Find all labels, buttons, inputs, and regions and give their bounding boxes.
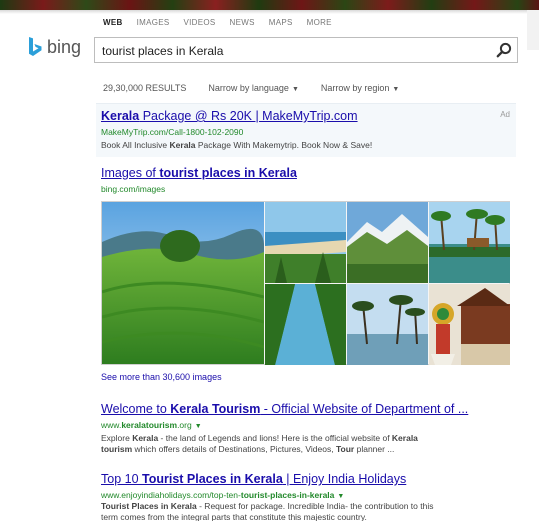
top-strip-shadow [0, 10, 539, 14]
result-snippet-line: tourism which offers details of Destinat… [101, 444, 501, 455]
result-title-post: - Official Website of Department of ... [260, 402, 469, 416]
image-gallery [101, 201, 510, 365]
result-url-bold: tourist-places-in-kerala [240, 490, 335, 500]
result-title-post: | Enjoy India Holidays [282, 472, 407, 486]
result-title-link[interactable]: Welcome to Kerala Tourism - Official Web… [101, 402, 468, 416]
dropdown-caret-icon[interactable]: ▼ [195, 423, 202, 430]
bing-wordmark: bing [47, 37, 82, 57]
narrow-by-region-label: Narrow by region [320, 83, 390, 93]
image-thumbnail-backwaters[interactable] [429, 202, 510, 283]
result-url: www.keralatourism.org ▼ [101, 420, 202, 430]
ad-label: Ad [500, 110, 510, 119]
result-url-bold: keralatourism [121, 420, 178, 430]
snippet-bold: Kerala [132, 433, 159, 443]
image-thumbnail-river[interactable] [265, 284, 346, 365]
narrow-by-language-label: Narrow by language [208, 83, 289, 93]
result-snippet: Tourist Places in Kerala - Request for p… [101, 501, 501, 521]
dropdown-caret-icon: ▼ [392, 86, 400, 93]
snippet-text: - the land of Legends and lions! Here is… [158, 433, 392, 443]
image-thumbnail-beach[interactable] [265, 202, 346, 283]
ad-title-rest: Package @ Rs 20K | MakeMyTrip.com [139, 109, 358, 123]
snippet-text: term comes from the integral parts that … [101, 512, 367, 521]
image-thumbnail-palm-beach[interactable] [347, 284, 428, 365]
images-answer-title[interactable]: Images of tourist places in Kerala [101, 166, 297, 180]
side-panel-edge [527, 10, 539, 50]
result-snippet-line: Explore Kerala - the land of Legends and… [101, 433, 501, 444]
snippet-text: - Request for package. Incredible India-… [196, 501, 434, 511]
snippet-text: Explore [101, 433, 133, 443]
nav-tab-videos[interactable]: VIDEOS [184, 18, 216, 27]
search-icon [496, 42, 512, 58]
search-button[interactable] [491, 38, 517, 62]
ad-description: Book All Inclusive Kerala Package With M… [101, 140, 372, 150]
ad-desc-post: Package With Makemytrip. Book Now & Save… [195, 140, 373, 150]
result-snippet-line: Tourist Places in Kerala - Request for p… [101, 501, 501, 512]
image-thumbnail-culture[interactable] [429, 284, 510, 365]
snippet-text: planner ... [354, 444, 395, 454]
result-url-pre: www. [101, 420, 122, 430]
ad-title-link[interactable]: Kerala Package @ Rs 20K | MakeMyTrip.com [101, 109, 358, 123]
nav-tab-web[interactable]: WEB [103, 18, 123, 27]
image-thumbnail-mountains[interactable] [347, 202, 428, 283]
search-box[interactable]: tourist places in Kerala [94, 37, 518, 63]
result-title-link[interactable]: Top 10 Tourist Places in Kerala | Enjoy … [101, 472, 406, 486]
see-more-images-link[interactable]: See more than 30,600 images [101, 372, 222, 382]
result-url-post: .org [177, 420, 192, 430]
snippet-bold: Tour [335, 444, 355, 454]
result-title-bold: Kerala Tourism [170, 402, 261, 416]
narrow-by-language-dropdown[interactable]: Narrow by language ▼ [208, 83, 299, 93]
result-title-bold: Tourist Places in Kerala [142, 472, 283, 486]
result-title-pre: Welcome to [101, 402, 171, 416]
snippet-text: which offers details of Destinations, Pi… [132, 444, 336, 454]
search-input[interactable]: tourist places in Kerala [102, 44, 223, 58]
snippet-bold: Kerala [391, 433, 418, 443]
nav-tab-maps[interactable]: MAPS [269, 18, 293, 27]
images-title-pre: Images of [101, 166, 160, 180]
nav-tab-images[interactable]: IMAGES [137, 18, 170, 27]
ad-title-bold: Kerala [101, 109, 140, 123]
result-url-pre: www.enjoyindiaholidays.com/top-ten- [101, 490, 241, 500]
sponsored-ad: Kerala Package @ Rs 20K | MakeMyTrip.com… [96, 103, 516, 157]
result-snippet-line: term comes from the integral parts that … [101, 512, 501, 521]
image-thumbnail-tea-hills[interactable] [102, 202, 264, 364]
bing-b-icon [29, 37, 42, 56]
images-title-bold: tourist places in Kerala [159, 166, 297, 180]
result-title-pre: Top 10 [101, 472, 143, 486]
narrow-by-region-dropdown[interactable]: Narrow by region ▼ [321, 83, 399, 93]
dropdown-caret-icon[interactable]: ▼ [337, 493, 344, 500]
ad-desc-bold: Kerala [169, 140, 196, 150]
nav-tab-more[interactable]: MORE [307, 18, 332, 27]
bing-logo[interactable]: bing [27, 36, 81, 58]
dropdown-caret-icon: ▼ [291, 86, 299, 93]
results-count: 29,30,000 RESULTS [103, 83, 187, 93]
ad-url: MakeMyTrip.com/Call-1800-102-2090 [101, 127, 244, 137]
results-meta-row: 29,30,000 RESULTS Narrow by language ▼ Na… [103, 83, 399, 93]
images-answer-url: bing.com/images [101, 184, 166, 194]
snippet-bold: Tourist Places in Kerala [101, 501, 197, 511]
vertical-nav: WEB IMAGES VIDEOS NEWS MAPS MORE [103, 18, 332, 27]
nav-tab-news[interactable]: NEWS [230, 18, 255, 27]
snippet-bold: tourism [101, 444, 133, 454]
result-url: www.enjoyindiaholidays.com/top-ten-touri… [101, 490, 344, 500]
result-snippet: Explore Kerala - the land of Legends and… [101, 433, 501, 455]
ad-desc-pre: Book All Inclusive [101, 140, 170, 150]
browser-top-strip [0, 0, 539, 10]
